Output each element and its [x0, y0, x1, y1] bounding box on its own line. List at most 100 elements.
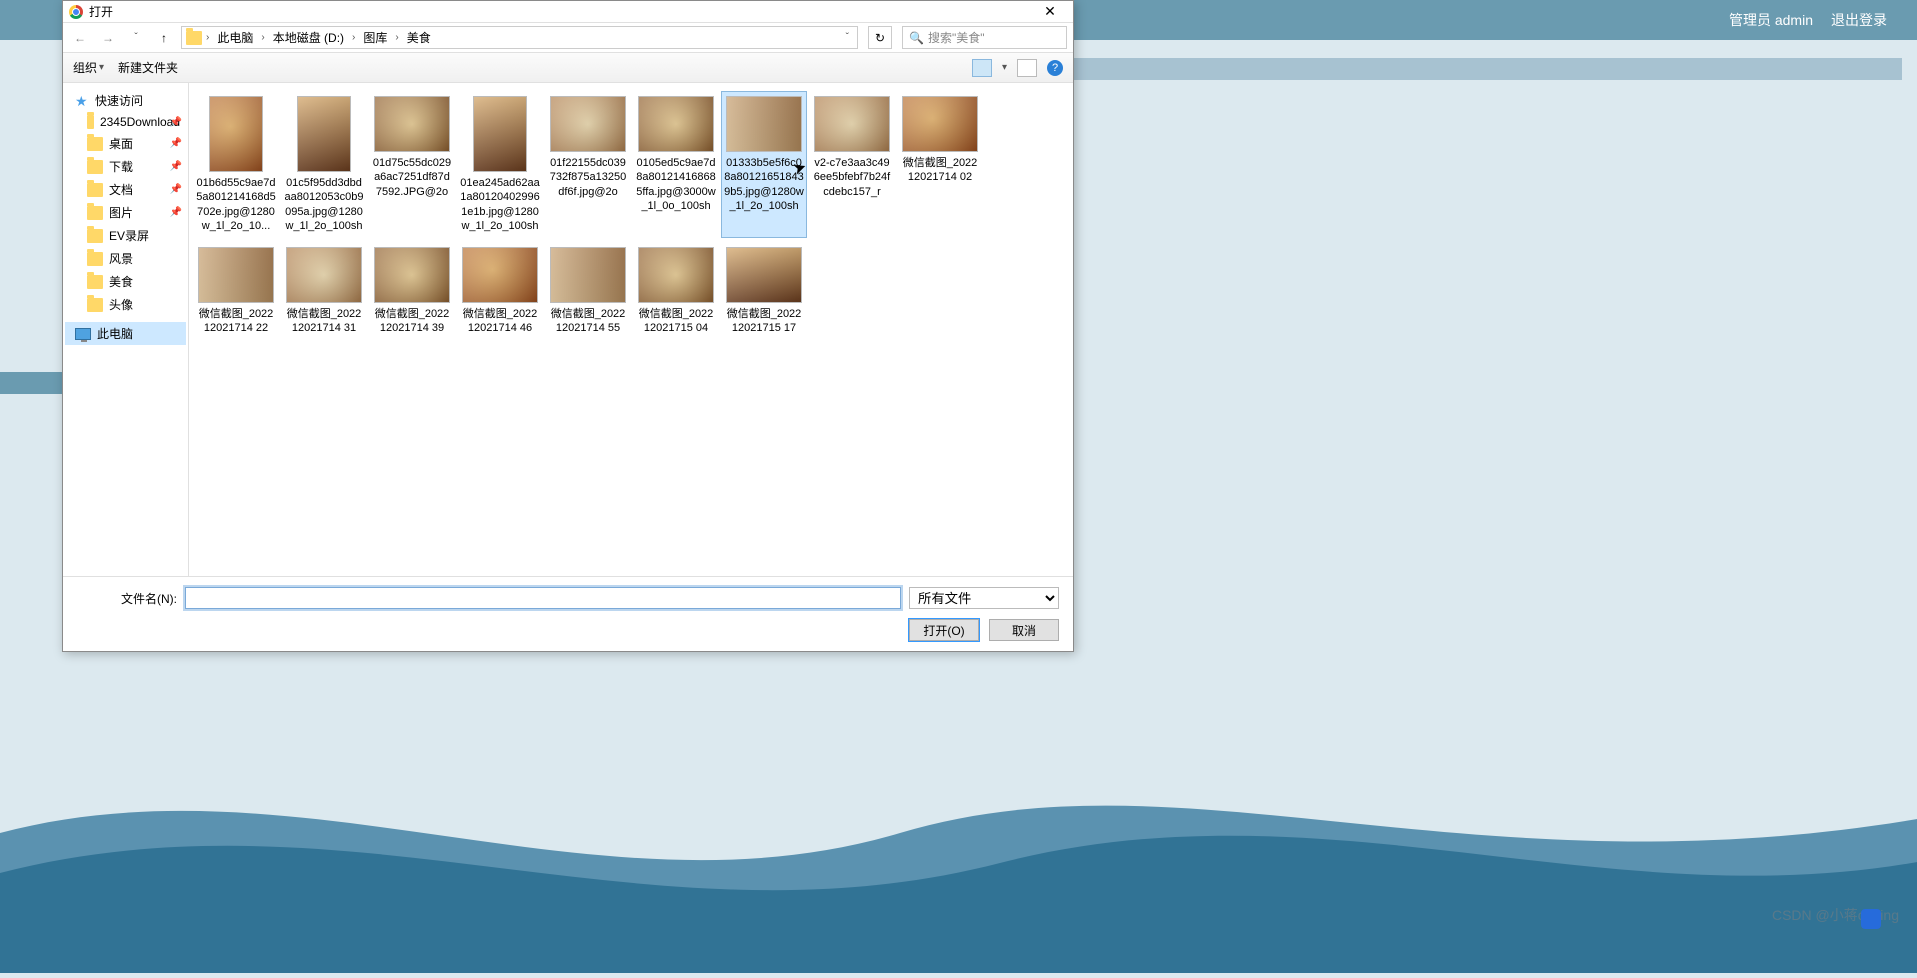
search-input[interactable]: 🔍 搜索"美食"	[902, 26, 1067, 49]
file-name: 01c5f95dd3dbdaa8012053c0b9095a.jpg@1280w…	[284, 176, 364, 233]
file-thumbnail	[473, 96, 527, 172]
file-open-dialog: 打开 ✕ ← → ˇ ↑ › 此电脑 › 本地磁盘 (D:) › 图库 › 美食…	[62, 0, 1074, 652]
breadcrumb[interactable]: 本地磁盘 (D:)	[269, 27, 348, 48]
file-item[interactable]: 01333b5e5f6c08a801216518439b5.jpg@1280w_…	[721, 91, 807, 238]
sidebar-item-2[interactable]: 下载 📌	[65, 155, 186, 178]
file-name: 0105ed5c9ae7d8a801214168685ffa.jpg@3000w…	[636, 156, 716, 213]
dialog-body: ★ 快速访问 2345Download📌桌面📌下载📌文档📌图片📌EV录屏风景美食…	[63, 83, 1073, 576]
help-button[interactable]: ?	[1047, 60, 1063, 76]
file-item[interactable]: 01ea245ad62aa1a801204029961e1b.jpg@1280w…	[457, 91, 543, 238]
file-thumbnail	[198, 247, 274, 303]
sidebar-item-6[interactable]: 风景	[65, 247, 186, 270]
sidebar-item-8[interactable]: 头像	[65, 293, 186, 316]
nav-back-button[interactable]: ←	[69, 27, 91, 49]
command-toolbar: 组织 ▾ 新建文件夹 ▾ ?	[63, 53, 1073, 83]
file-item[interactable]: 01b6d55c9ae7d5a801214168d5702e.jpg@1280w…	[193, 91, 279, 238]
pin-icon: 📌	[170, 117, 182, 128]
sidebar-item-7[interactable]: 美食	[65, 270, 186, 293]
logout-link[interactable]: 退出登录	[1831, 10, 1887, 30]
sidebar-item-label: 下载	[109, 158, 133, 175]
breadcrumb[interactable]: 此电脑	[213, 27, 257, 48]
cancel-button[interactable]: 取消	[989, 619, 1059, 641]
file-item[interactable]: 微信截图_202212021714 31	[281, 242, 367, 341]
file-item[interactable]: 01f22155dc039732f875a13250df6f.jpg@2o	[545, 91, 631, 238]
new-folder-label: 新建文件夹	[118, 59, 178, 76]
folder-icon	[87, 183, 103, 197]
file-name: 微信截图_202212021714 31	[284, 307, 364, 336]
nav-up-button[interactable]: ↑	[153, 27, 175, 49]
sidebar-item-5[interactable]: EV录屏	[65, 224, 186, 247]
chrome-icon	[69, 5, 83, 19]
breadcrumb[interactable]: 美食	[403, 27, 435, 48]
preview-pane-button[interactable]	[1017, 59, 1037, 77]
folder-icon	[87, 115, 94, 129]
filename-label: 文件名(N):	[77, 590, 177, 607]
file-thumbnail	[726, 96, 802, 152]
file-name: 微信截图_202212021715 17	[724, 307, 804, 336]
pin-icon: 📌	[170, 161, 182, 172]
chevron-down-icon: ▾	[99, 62, 104, 73]
file-item[interactable]: 微信截图_202212021714 02	[897, 91, 983, 238]
sidebar-this-pc[interactable]: 此电脑	[65, 322, 186, 345]
file-thumbnail	[902, 96, 978, 152]
file-name: 微信截图_202212021714 02	[900, 156, 980, 185]
sidebar-item-3[interactable]: 文档📌	[65, 178, 186, 201]
file-name: 微信截图_202212021714 39	[372, 307, 452, 336]
file-name: 01f22155dc039732f875a13250df6f.jpg@2o	[548, 156, 628, 199]
folder-icon	[87, 160, 103, 174]
file-item[interactable]: 微信截图_202212021715 17	[721, 242, 807, 341]
file-thumbnail	[550, 96, 626, 152]
folder-icon	[186, 31, 202, 45]
open-button[interactable]: 打开(O)	[909, 619, 979, 641]
file-item[interactable]: 微信截图_202212021714 46	[457, 242, 543, 341]
file-thumbnail	[462, 247, 538, 303]
nav-forward-button[interactable]: →	[97, 27, 119, 49]
file-thumbnail	[374, 247, 450, 303]
address-bar[interactable]: › 此电脑 › 本地磁盘 (D:) › 图库 › 美食 ˇ	[181, 26, 858, 49]
view-mode-button[interactable]	[972, 59, 992, 77]
pin-icon: 📌	[170, 184, 182, 195]
chevron-right-icon: ›	[261, 32, 264, 43]
address-dropdown[interactable]: ˇ	[842, 32, 853, 43]
tray-icon[interactable]	[1861, 909, 1881, 929]
sidebar-item-label: 图片	[109, 204, 133, 221]
file-name: 01ea245ad62aa1a801204029961e1b.jpg@1280w…	[460, 176, 540, 233]
dialog-footer: 文件名(N): 所有文件 打开(O) 取消	[63, 576, 1073, 651]
file-item[interactable]: 0105ed5c9ae7d8a801214168685ffa.jpg@3000w…	[633, 91, 719, 238]
file-item[interactable]: 微信截图_202212021714 22	[193, 242, 279, 341]
file-item[interactable]: 微信截图_202212021715 04	[633, 242, 719, 341]
file-thumbnail	[209, 96, 263, 172]
navigation-sidebar: ★ 快速访问 2345Download📌桌面📌下载📌文档📌图片📌EV录屏风景美食…	[63, 83, 189, 576]
file-item[interactable]: 01d75c55dc029a6ac7251df87d7592.JPG@2o	[369, 91, 455, 238]
organize-menu[interactable]: 组织 ▾	[73, 59, 104, 76]
dialog-title: 打开	[89, 3, 113, 20]
chevron-down-icon[interactable]: ▾	[1002, 62, 1007, 73]
new-folder-button[interactable]: 新建文件夹	[118, 59, 178, 76]
file-name: 01333b5e5f6c08a801216518439b5.jpg@1280w_…	[724, 156, 804, 213]
sidebar-item-0[interactable]: 2345Download📌	[65, 112, 186, 132]
system-tray	[1861, 909, 1881, 929]
close-button[interactable]: ✕	[1033, 2, 1067, 22]
folder-icon	[87, 229, 103, 243]
file-name: 微信截图_202212021714 22	[196, 307, 276, 336]
sidebar-quick-access[interactable]: ★ 快速访问	[65, 89, 186, 112]
nav-toolbar: ← → ˇ ↑ › 此电脑 › 本地磁盘 (D:) › 图库 › 美食 ˇ ↻ …	[63, 23, 1073, 53]
file-item[interactable]: 微信截图_202212021714 39	[369, 242, 455, 341]
monitor-icon	[75, 328, 91, 340]
file-list[interactable]: 01b6d55c9ae7d5a801214168d5702e.jpg@1280w…	[189, 83, 1073, 576]
file-name: 微信截图_202212021715 04	[636, 307, 716, 336]
file-item[interactable]: 01c5f95dd3dbdaa8012053c0b9095a.jpg@1280w…	[281, 91, 367, 238]
file-name: v2-c7e3aa3c496ee5bfebf7b24fcdebc157_r	[812, 156, 892, 199]
file-name: 微信截图_202212021714 55	[548, 307, 628, 336]
refresh-button[interactable]: ↻	[868, 26, 892, 49]
file-item[interactable]: v2-c7e3aa3c496ee5bfebf7b24fcdebc157_r	[809, 91, 895, 238]
file-thumbnail	[374, 96, 450, 152]
breadcrumb[interactable]: 图库	[359, 27, 391, 48]
folder-icon	[87, 252, 103, 266]
nav-recent-dropdown[interactable]: ˇ	[125, 27, 147, 49]
sidebar-item-1[interactable]: 桌面📌	[65, 132, 186, 155]
file-type-select[interactable]: 所有文件	[909, 587, 1059, 609]
sidebar-item-4[interactable]: 图片📌	[65, 201, 186, 224]
filename-input[interactable]	[185, 587, 901, 609]
file-item[interactable]: 微信截图_202212021714 55	[545, 242, 631, 341]
